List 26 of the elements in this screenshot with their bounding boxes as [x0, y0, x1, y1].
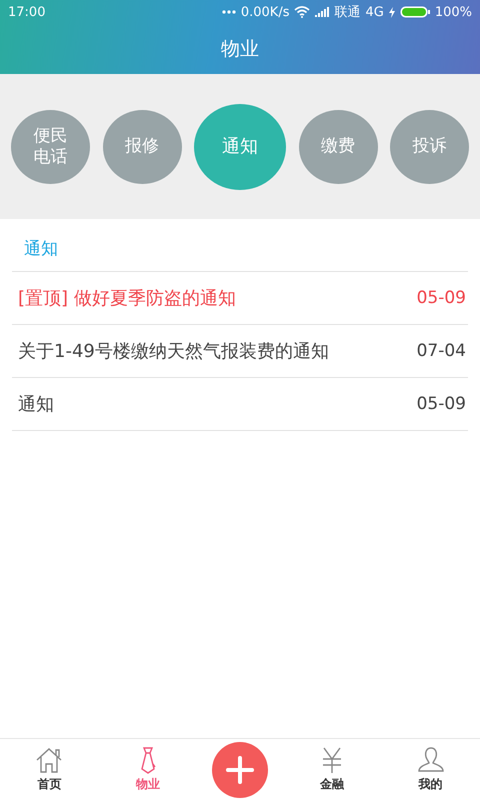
category-button[interactable]: 通知 [194, 104, 286, 190]
nav-tab[interactable]: 我的 [396, 746, 466, 793]
notice-row[interactable]: 关于1-49号楼缴纳天然气报装费的通知 07-04 [12, 325, 468, 378]
nav-tab[interactable]: 物业 [113, 746, 184, 793]
person-icon [416, 746, 446, 774]
dots-icon [222, 10, 236, 14]
category-button[interactable]: 缴费 [298, 110, 378, 184]
status-time: 17:00 [8, 4, 46, 20]
notice-row[interactable]: [置顶] 做好夏季防盗的通知 05-09 [12, 272, 468, 325]
network-type: 4G [365, 4, 384, 20]
network-speed: 0.00K/s [240, 4, 290, 20]
category-button[interactable]: 便民电话 [11, 110, 90, 184]
category-button[interactable]: 报修 [102, 110, 182, 184]
wifi-icon [294, 6, 310, 18]
plus-icon [226, 756, 254, 784]
notice-row[interactable]: 通知 05-09 [12, 378, 468, 431]
carrier-name: 联通 [334, 4, 360, 21]
charging-icon [388, 6, 395, 18]
battery-icon [400, 6, 430, 18]
battery-level: 100% [434, 4, 472, 20]
section-title: 通知 [12, 219, 468, 272]
nav-tab[interactable]: 首页 [14, 746, 84, 793]
signal-icon [315, 7, 330, 17]
page-title: 物业 [221, 37, 259, 62]
nav-tab[interactable]: 金融 [296, 746, 367, 793]
category-button[interactable]: 投诉 [390, 110, 469, 184]
